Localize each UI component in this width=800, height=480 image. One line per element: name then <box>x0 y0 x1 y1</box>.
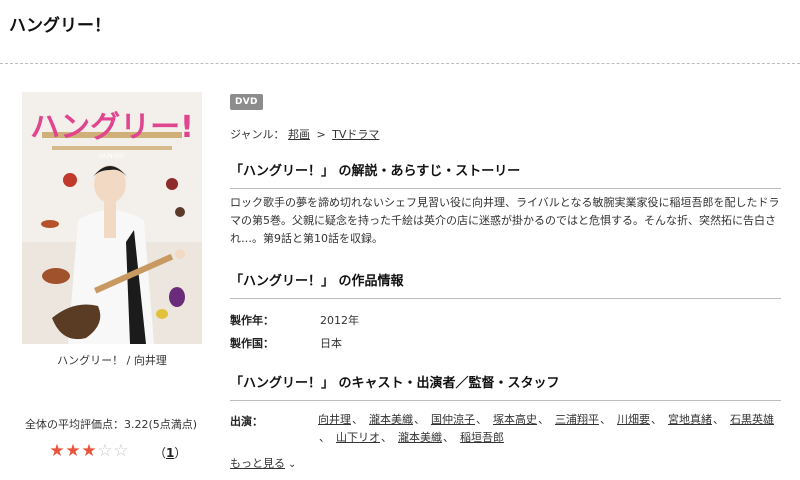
page-title: ハングリー！ <box>9 16 111 36</box>
info-label-country: 製作国： <box>230 337 274 350</box>
star-filled-icon: ★ <box>81 441 97 461</box>
review-count: （1） <box>154 444 186 461</box>
cast-link[interactable]: 川畑要 <box>617 413 650 426</box>
genre-link-movie[interactable]: 邦画 <box>288 128 310 141</box>
cast-link[interactable]: 瀧本美織 <box>369 413 413 426</box>
cast-link[interactable]: 宮地真緒 <box>668 413 712 426</box>
chevron-down-icon: ⌄ <box>288 459 297 470</box>
cast-link[interactable]: 国仲涼子 <box>431 413 475 426</box>
star-empty-icon: ☆ <box>97 441 113 461</box>
poster-image[interactable]: ハングリー! HUNGRY <box>22 92 202 344</box>
poster-sub-text: HUNGRY <box>99 153 125 160</box>
cast-separator: 、 <box>319 431 330 444</box>
cast-separator: 、 <box>600 413 611 426</box>
star-empty-icon: ☆ <box>113 441 129 461</box>
cast-label: 出演： <box>230 415 263 428</box>
cast-separator: 、 <box>414 413 425 426</box>
header-divider <box>0 63 800 64</box>
info-heading: 「ハングリー！」 の作品情報 <box>230 270 781 299</box>
cast-separator: 、 <box>381 431 392 444</box>
paren-open: （ <box>154 446 167 460</box>
cast-link[interactable]: 塚本高史 <box>493 413 537 426</box>
cast-heading: 「ハングリー！」 のキャスト・出演者／監督・スタッフ <box>230 372 781 401</box>
average-rating-text: 全体の平均評価点：3.22(5点満点) <box>24 418 198 431</box>
synopsis-heading: 「ハングリー！」 の解説・あらすじ・ストーリー <box>230 160 781 189</box>
synopsis-text: ロック歌手の夢を諦め切れないシェフ見習い役に向井理、ライバルとなる敏腕実業家役に… <box>230 196 780 245</box>
poster-logo-text: ハングリー! <box>30 110 194 145</box>
cast-link[interactable]: 向井理 <box>318 413 351 426</box>
info-label-year: 製作年： <box>230 314 274 327</box>
info-row-year: 製作年： 2012年 <box>230 312 359 328</box>
show-more-label: もっと見る <box>230 457 285 470</box>
cast-link[interactable]: 山下リオ <box>336 431 380 444</box>
cast-link[interactable]: 稲垣吾郎 <box>460 431 504 444</box>
star-filled-icon: ★ <box>49 441 65 461</box>
cast-separator: 、 <box>651 413 662 426</box>
paren-close: ） <box>174 446 187 460</box>
poster-caption: ハングリー！ / 向井理 <box>57 354 167 367</box>
info-row-country: 製作国： 日本 <box>230 335 342 351</box>
cast-separator: 、 <box>713 413 724 426</box>
info-value-country: 日本 <box>320 337 342 350</box>
rating-stars: ★ ★ ★ ☆ ☆ <box>49 443 129 460</box>
cast-list: 向井理、 瀧本美織、 国仲涼子、 塚本高史、 三浦翔平、 川畑要、 宮地真緒、 石黒英雄、山下… <box>318 411 786 447</box>
genre-link-tvdrama[interactable]: TVドラマ <box>332 128 379 141</box>
cast-link[interactable]: 三浦翔平 <box>555 413 599 426</box>
cast-separator: 、 <box>352 413 363 426</box>
genre-breadcrumb: ジャンル： 邦画 > TVドラマ <box>230 126 379 142</box>
cast-link[interactable]: 瀧本美織 <box>398 431 442 444</box>
media-badge: DVD <box>230 94 263 110</box>
cast-separator: 、 <box>538 413 549 426</box>
star-filled-icon: ★ <box>65 441 81 461</box>
cast-link[interactable]: 石黒英雄 <box>730 413 774 426</box>
info-value-year: 2012年 <box>320 314 359 327</box>
genre-label: ジャンル： <box>230 128 285 141</box>
show-more-link[interactable]: もっと見る ⌄ <box>230 455 296 471</box>
cast-separator: 、 <box>443 431 454 444</box>
cast-separator: 、 <box>476 413 487 426</box>
genre-separator: > <box>316 128 326 141</box>
